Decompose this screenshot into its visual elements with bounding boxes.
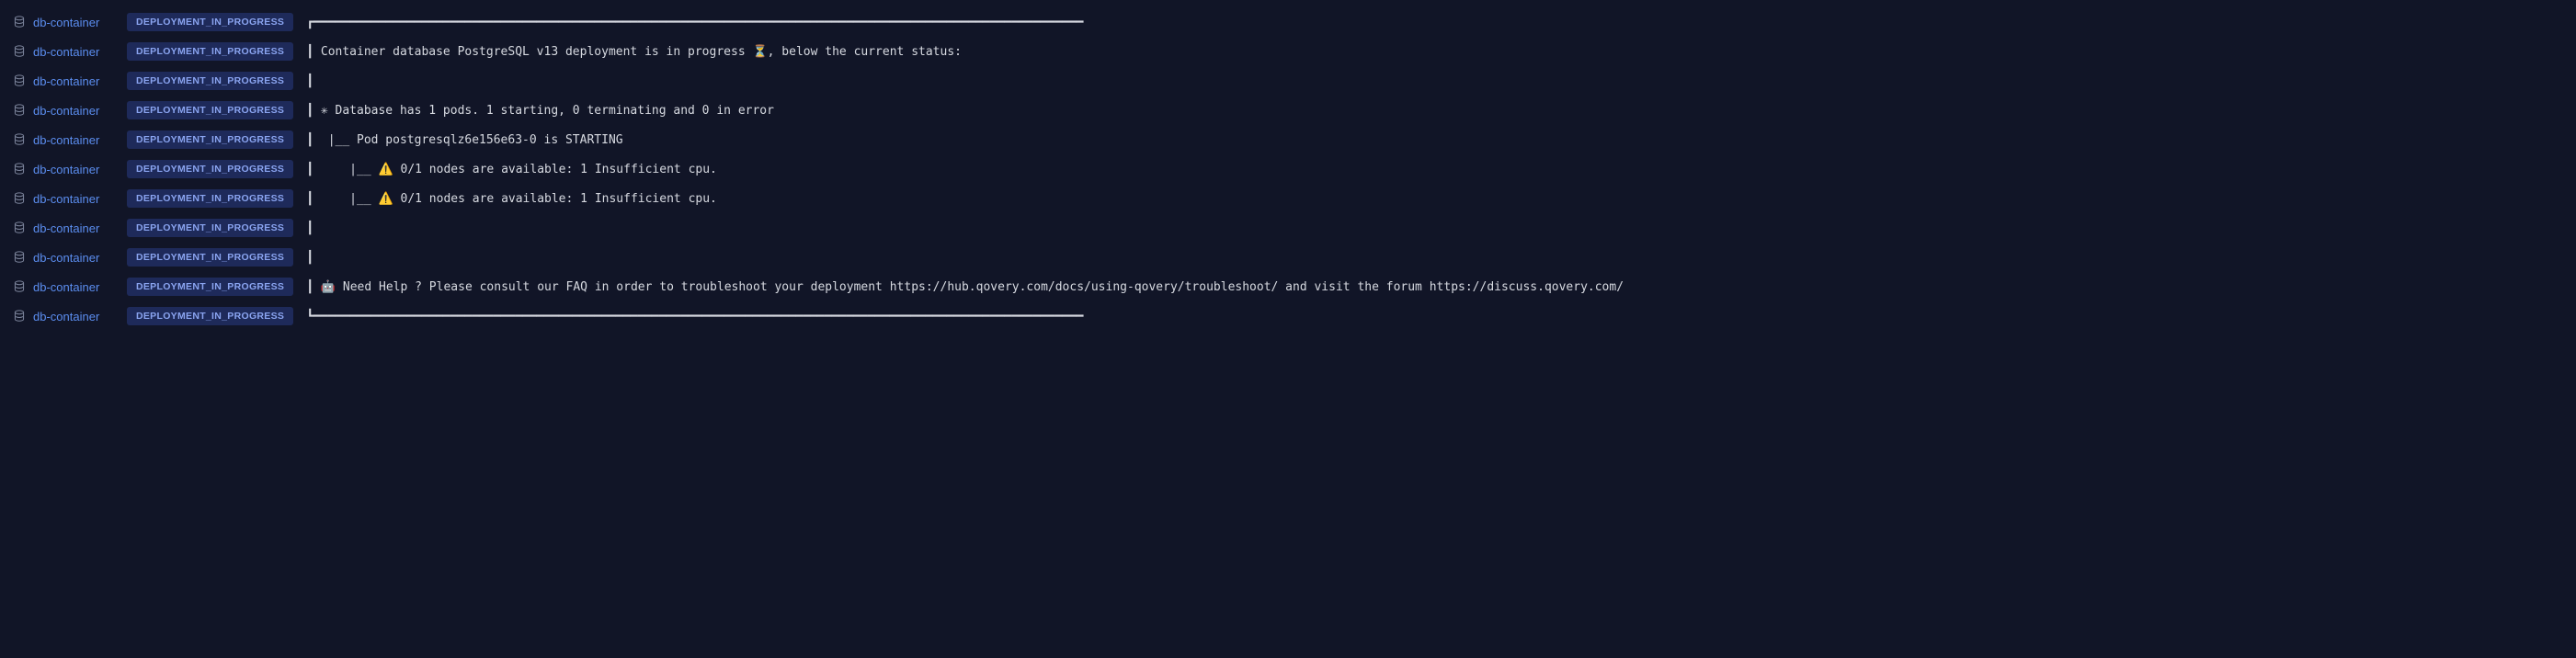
- source-label: db-container: [33, 163, 99, 176]
- database-icon: [13, 221, 26, 234]
- source-label: db-container: [33, 310, 99, 323]
- source-label: db-container: [33, 280, 99, 294]
- log-message: ┃ ✳ Database has 1 pods. 1 starting, 0 t…: [306, 104, 774, 118]
- status-badge: DEPLOYMENT_IN_PROGRESS: [127, 248, 293, 267]
- log-container: db-container DEPLOYMENT_IN_PROGRESS ┏━━━━━…: [0, 7, 2576, 331]
- database-icon: [13, 45, 26, 58]
- log-row: db-container DEPLOYMENT_IN_PROGRESS ┗━━━━━…: [0, 301, 2576, 331]
- status-badge: DEPLOYMENT_IN_PROGRESS: [127, 189, 293, 208]
- source-label: db-container: [33, 221, 99, 235]
- log-message: ┃ Container database PostgreSQL v13 depl…: [306, 45, 962, 59]
- log-message: ┃: [306, 221, 313, 235]
- status-badge: DEPLOYMENT_IN_PROGRESS: [127, 160, 293, 178]
- log-source[interactable]: db-container: [13, 192, 114, 206]
- log-source[interactable]: db-container: [13, 74, 114, 88]
- source-label: db-container: [33, 104, 99, 118]
- log-message: ┃ |__ ⚠️ 0/1 nodes are available: 1 Insu…: [306, 163, 717, 176]
- source-label: db-container: [33, 133, 99, 147]
- database-icon: [13, 280, 26, 293]
- database-icon: [13, 16, 26, 28]
- status-badge: DEPLOYMENT_IN_PROGRESS: [127, 307, 293, 325]
- database-icon: [13, 74, 26, 87]
- source-label: db-container: [33, 16, 99, 29]
- log-source[interactable]: db-container: [13, 16, 114, 29]
- status-badge: DEPLOYMENT_IN_PROGRESS: [127, 130, 293, 149]
- log-row: db-container DEPLOYMENT_IN_PROGRESS ┃ |__ …: [0, 154, 2576, 184]
- source-label: db-container: [33, 192, 99, 206]
- log-source[interactable]: db-container: [13, 280, 114, 294]
- log-source[interactable]: db-container: [13, 45, 114, 59]
- status-badge: DEPLOYMENT_IN_PROGRESS: [127, 101, 293, 119]
- source-label: db-container: [33, 251, 99, 265]
- log-source[interactable]: db-container: [13, 163, 114, 176]
- status-badge: DEPLOYMENT_IN_PROGRESS: [127, 219, 293, 237]
- status-badge: DEPLOYMENT_IN_PROGRESS: [127, 13, 293, 31]
- log-row: db-container DEPLOYMENT_IN_PROGRESS ┃: [0, 66, 2576, 96]
- log-row: db-container DEPLOYMENT_IN_PROGRESS ┃ |__ …: [0, 125, 2576, 154]
- database-icon: [13, 251, 26, 264]
- log-message: ┏━━━━━━━━━━━━━━━━━━━━━━━━━━━━━━━━━━━━━━━…: [306, 16, 1083, 29]
- database-icon: [13, 192, 26, 205]
- source-label: db-container: [33, 45, 99, 59]
- log-row: db-container DEPLOYMENT_IN_PROGRESS ┏━━━━━…: [0, 7, 2576, 37]
- log-message: ┃: [306, 74, 313, 88]
- log-source[interactable]: db-container: [13, 251, 114, 265]
- status-badge: DEPLOYMENT_IN_PROGRESS: [127, 278, 293, 296]
- log-source[interactable]: db-container: [13, 310, 114, 323]
- database-icon: [13, 133, 26, 146]
- status-badge: DEPLOYMENT_IN_PROGRESS: [127, 42, 293, 61]
- log-message: ┃ |__ Pod postgresqlz6e156e63-0 is START…: [306, 133, 622, 147]
- status-badge: DEPLOYMENT_IN_PROGRESS: [127, 72, 293, 90]
- log-row: db-container DEPLOYMENT_IN_PROGRESS ┃ ✳ Da…: [0, 96, 2576, 125]
- database-icon: [13, 310, 26, 323]
- log-message: ┃ |__ ⚠️ 0/1 nodes are available: 1 Insu…: [306, 192, 717, 206]
- log-message: ┃ 🤖 Need Help ? Please consult our FAQ i…: [306, 280, 1624, 294]
- log-row: db-container DEPLOYMENT_IN_PROGRESS ┃: [0, 213, 2576, 243]
- log-row: db-container DEPLOYMENT_IN_PROGRESS ┃: [0, 243, 2576, 272]
- log-message: ┃: [306, 251, 313, 265]
- log-source[interactable]: db-container: [13, 133, 114, 147]
- log-row: db-container DEPLOYMENT_IN_PROGRESS ┃ |__ …: [0, 184, 2576, 213]
- database-icon: [13, 104, 26, 117]
- log-row: db-container DEPLOYMENT_IN_PROGRESS ┃ 🤖 Ne…: [0, 272, 2576, 301]
- log-source[interactable]: db-container: [13, 104, 114, 118]
- source-label: db-container: [33, 74, 99, 88]
- database-icon: [13, 163, 26, 176]
- log-row: db-container DEPLOYMENT_IN_PROGRESS ┃ Cont…: [0, 37, 2576, 66]
- log-source[interactable]: db-container: [13, 221, 114, 235]
- log-message: ┗━━━━━━━━━━━━━━━━━━━━━━━━━━━━━━━━━━━━━━━…: [306, 310, 1083, 323]
